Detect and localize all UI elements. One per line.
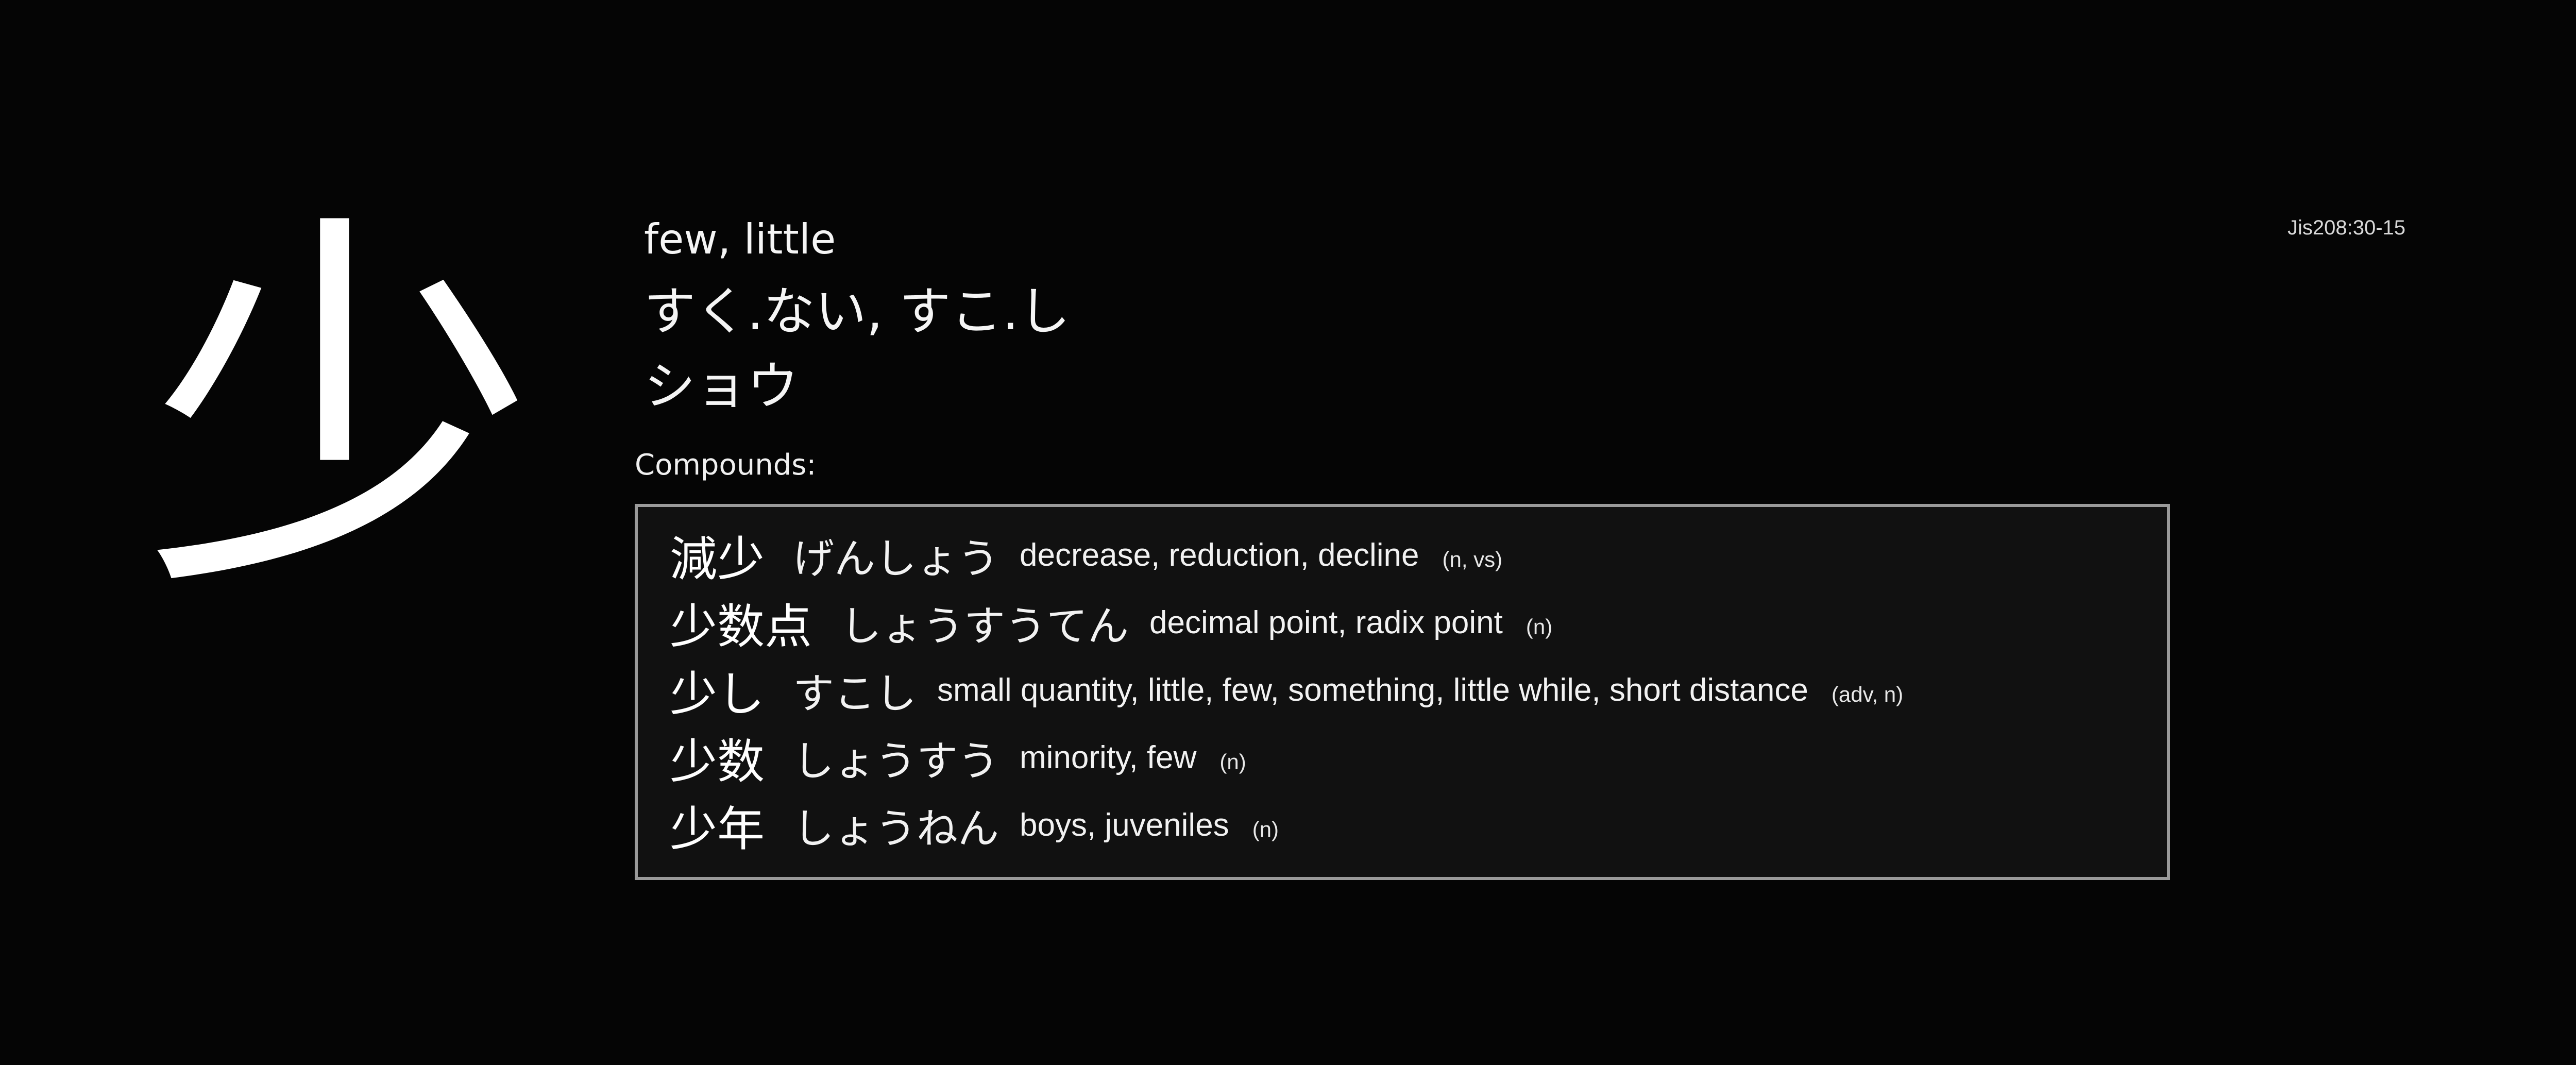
- compound-reading: しょうすう: [793, 737, 999, 785]
- compound-reading: しょうねん: [793, 804, 999, 853]
- compound-row[interactable]: 少数点 しょうすうてん decimal point, radix point (…: [670, 589, 2167, 656]
- kun-readings: すく.ない, すこ.し: [644, 281, 1071, 342]
- compounds-list: 減少 げんしょう decrease, reduction, decline (n…: [635, 504, 2170, 880]
- jis-code: Jis208:30-15: [2287, 216, 2406, 239]
- compound-word: 減少: [670, 532, 765, 587]
- compound-definition: boys, juveniles: [1020, 807, 1229, 843]
- compound-reading: すこし: [793, 669, 917, 718]
- kanji-meaning: few, little: [644, 215, 836, 263]
- compound-row[interactable]: 少数 しょうすう minority, few (n): [670, 724, 2167, 791]
- compound-row[interactable]: 減少 げんしょう decrease, reduction, decline (n…: [670, 521, 2167, 589]
- compound-part-of-speech: (n): [1252, 817, 1279, 841]
- kanji-character: 少: [144, 184, 536, 640]
- compounds-label: Compounds:: [635, 448, 817, 482]
- compound-reading: げんしょう: [793, 534, 999, 583]
- compound-definition: decrease, reduction, decline: [1020, 537, 1419, 573]
- on-readings: ショウ: [644, 356, 799, 416]
- compound-definition: decimal point, radix point: [1149, 605, 1503, 640]
- compound-row[interactable]: 少年 しょうねん boys, juveniles (n): [670, 791, 2167, 859]
- compound-part-of-speech: (adv, n): [1831, 682, 1904, 706]
- compound-part-of-speech: (n): [1219, 749, 1246, 774]
- compound-part-of-speech: (n): [1526, 614, 1553, 639]
- compound-definition: minority, few: [1020, 740, 1197, 775]
- compound-word: 少年: [670, 802, 765, 857]
- kanji-detail-screen: { "kanji": "少", "meaning": "few, little"…: [0, 0, 2576, 1065]
- compound-word: 少数: [670, 734, 765, 789]
- compound-part-of-speech: (n, vs): [1442, 547, 1503, 571]
- compound-word: 少し: [670, 667, 765, 722]
- compound-word: 少数点: [670, 599, 812, 654]
- kanji-info: few, little すく.ない, すこ.し ショウ: [644, 206, 1070, 422]
- compound-row[interactable]: 少し すこし small quantity, little, few, some…: [670, 656, 2167, 724]
- compound-definition: small quantity, little, few, something, …: [937, 672, 1808, 708]
- compound-reading: しょうすうてん: [840, 602, 1129, 650]
